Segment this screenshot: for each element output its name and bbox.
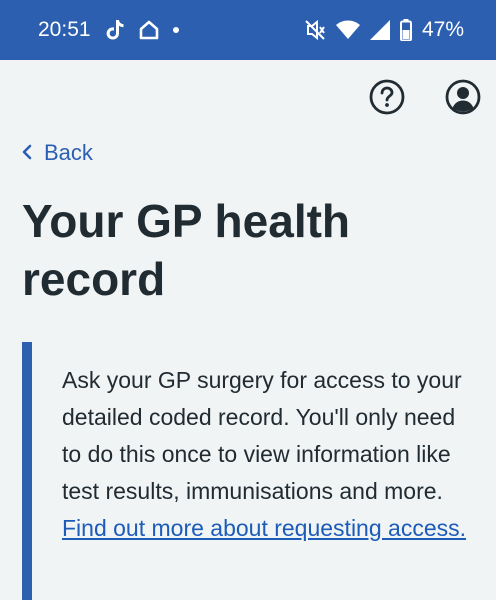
callout-text: Ask your GP surgery for access to your d… bbox=[62, 362, 472, 547]
help-icon[interactable] bbox=[368, 78, 406, 116]
mute-icon bbox=[304, 19, 326, 41]
account-icon[interactable] bbox=[444, 78, 482, 116]
tiktok-icon bbox=[105, 19, 125, 41]
battery-percent: 47% bbox=[421, 18, 464, 41]
battery-icon bbox=[399, 19, 412, 41]
page-title: Your GP health record bbox=[22, 195, 351, 305]
chevron-left-icon bbox=[22, 140, 32, 166]
status-time: 20:51 bbox=[38, 18, 91, 41]
find-out-more-link[interactable]: Find out more about requesting access. bbox=[62, 515, 466, 541]
info-callout: Ask your GP surgery for access to your d… bbox=[22, 342, 496, 600]
signal-icon bbox=[369, 20, 390, 40]
callout-body: Ask your GP surgery for access to your d… bbox=[62, 367, 462, 504]
back-link[interactable]: Back bbox=[22, 140, 93, 166]
notification-dot-icon bbox=[172, 27, 179, 33]
wifi-icon bbox=[335, 20, 360, 40]
status-bar: 20:51 47% bbox=[0, 0, 496, 60]
header-actions bbox=[368, 78, 482, 116]
back-label: Back bbox=[44, 140, 93, 165]
home-icon bbox=[139, 20, 159, 40]
